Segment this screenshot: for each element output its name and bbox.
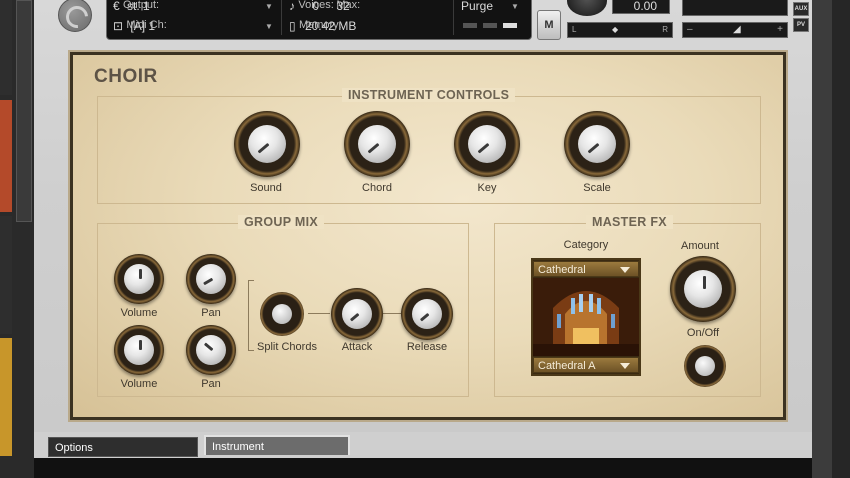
category-label: Category: [563, 239, 609, 251]
instrument-controls-group: [97, 96, 761, 204]
amount-knob[interactable]: [670, 256, 736, 322]
key-knob[interactable]: [454, 111, 520, 177]
connector-line: [383, 313, 401, 314]
voices-label: Voices:: [298, 0, 334, 11]
chord-label: Chord: [362, 182, 392, 194]
onoff-label: On/Off: [686, 327, 720, 339]
bracket-line: [248, 280, 254, 281]
tab-instrument[interactable]: Instrument: [204, 435, 350, 455]
rack-slot-yellow[interactable]: [0, 338, 12, 456]
output-icon: €: [113, 0, 120, 13]
purge-label: Purge: [461, 0, 494, 13]
pan-left-label: L: [572, 25, 577, 34]
sound-knob[interactable]: [234, 111, 300, 177]
attack-label: Attack: [341, 341, 373, 353]
release-label: Release: [406, 341, 448, 353]
voices-row: ♪ Voices: 0 Max: 32: [289, 0, 360, 15]
connector-line: [308, 313, 330, 314]
rack-slot: [0, 216, 12, 334]
volume-2-knob[interactable]: [114, 325, 164, 375]
category-dropdown[interactable]: Cathedral: [533, 261, 639, 277]
level-meter: [463, 23, 477, 28]
max-label: Max:: [336, 0, 361, 11]
level-meter: [503, 23, 517, 28]
dropdown-arrow-icon: [620, 363, 630, 369]
pan-2-label: Pan: [201, 378, 221, 390]
output-dropdown-icon[interactable]: ▼: [265, 2, 273, 11]
right-edge: [832, 0, 850, 478]
preset-dropdown[interactable]: Cathedral A: [533, 357, 639, 373]
group-mix-title: GROUP MIX: [238, 215, 325, 229]
voices-icon: ♪: [289, 0, 295, 13]
dropdown-arrow-icon: [620, 267, 630, 273]
release-knob[interactable]: [401, 288, 453, 340]
pan-2-knob[interactable]: [186, 325, 236, 375]
instrument-title: CHOIR: [94, 66, 158, 87]
sound-label: Sound: [250, 182, 282, 194]
header-divider: [453, 0, 454, 35]
bottom-dark-bar: [34, 458, 812, 478]
master-fx-title: MASTER FX: [586, 215, 673, 229]
pan-1-knob[interactable]: [186, 254, 236, 304]
left-rack-strip: [0, 0, 34, 478]
scale-knob[interactable]: [564, 111, 630, 177]
midi-label: Midi Ch:: [126, 19, 167, 31]
scale-label: Scale: [583, 182, 611, 194]
volume-handle-icon[interactable]: ◢: [733, 23, 741, 37]
purge-dropdown-icon[interactable]: ▼: [511, 2, 519, 11]
category-value: Cathedral: [538, 264, 586, 276]
midi-icon: ⊡: [113, 19, 124, 33]
pan-1-label: Pan: [201, 307, 221, 319]
mute-button[interactable]: M: [537, 10, 561, 40]
amount-label: Amount: [681, 240, 719, 252]
rack-slot: [0, 0, 12, 95]
level-meter: [483, 23, 497, 28]
volume-1-knob[interactable]: [114, 254, 164, 304]
volume-2-label: Volume: [120, 378, 158, 390]
pv-button[interactable]: PV: [793, 18, 809, 32]
rack-slot-red[interactable]: [0, 100, 12, 212]
memory-icon: ▯: [289, 19, 296, 33]
volume-slider[interactable]: – ◢ +: [682, 22, 788, 38]
pan-slider[interactable]: L ◆ R: [567, 22, 673, 38]
split-chords-button[interactable]: [260, 292, 304, 336]
key-label: Key: [477, 182, 497, 194]
tab-options[interactable]: Options: [48, 437, 198, 457]
output-label: Output:: [123, 0, 160, 11]
preset-value: Cathedral A: [538, 360, 596, 372]
memory-row: ▯ Memory: 20.42 MB: [289, 19, 356, 35]
bracket-line: [248, 280, 249, 350]
midi-dropdown-icon[interactable]: ▼: [265, 22, 273, 31]
instrument-controls-title: INSTRUMENT CONTROLS: [342, 88, 516, 102]
volume-minus-icon: –: [687, 24, 693, 35]
tune-value[interactable]: 0.00: [612, 0, 670, 14]
chord-knob[interactable]: [344, 111, 410, 177]
instrument-header-info: € Output: st. 1 ▼ ⊡ Midi Ch: [A] 1 ▼ ♪ V…: [106, 0, 532, 40]
volume-plus-icon: +: [777, 24, 783, 35]
volume-meter: [682, 0, 788, 16]
aux-button[interactable]: AUX: [793, 2, 809, 16]
header-divider: [281, 0, 282, 35]
memory-label: Memory:: [298, 19, 342, 31]
purge-button[interactable]: Purge: [461, 0, 493, 15]
output-row[interactable]: € Output: st. 1: [113, 0, 159, 15]
split-chords-label: Split Chords: [257, 341, 317, 353]
volume-1-label: Volume: [120, 307, 158, 319]
attack-knob[interactable]: [331, 288, 383, 340]
pan-right-label: R: [662, 25, 668, 34]
fx-onoff-button[interactable]: [684, 345, 726, 387]
pan-handle-icon[interactable]: ◆: [612, 23, 618, 37]
cathedral-image: [533, 278, 639, 356]
midi-row[interactable]: ⊡ Midi Ch: [A] 1: [113, 19, 167, 35]
rack-scrollbar[interactable]: [16, 0, 32, 222]
